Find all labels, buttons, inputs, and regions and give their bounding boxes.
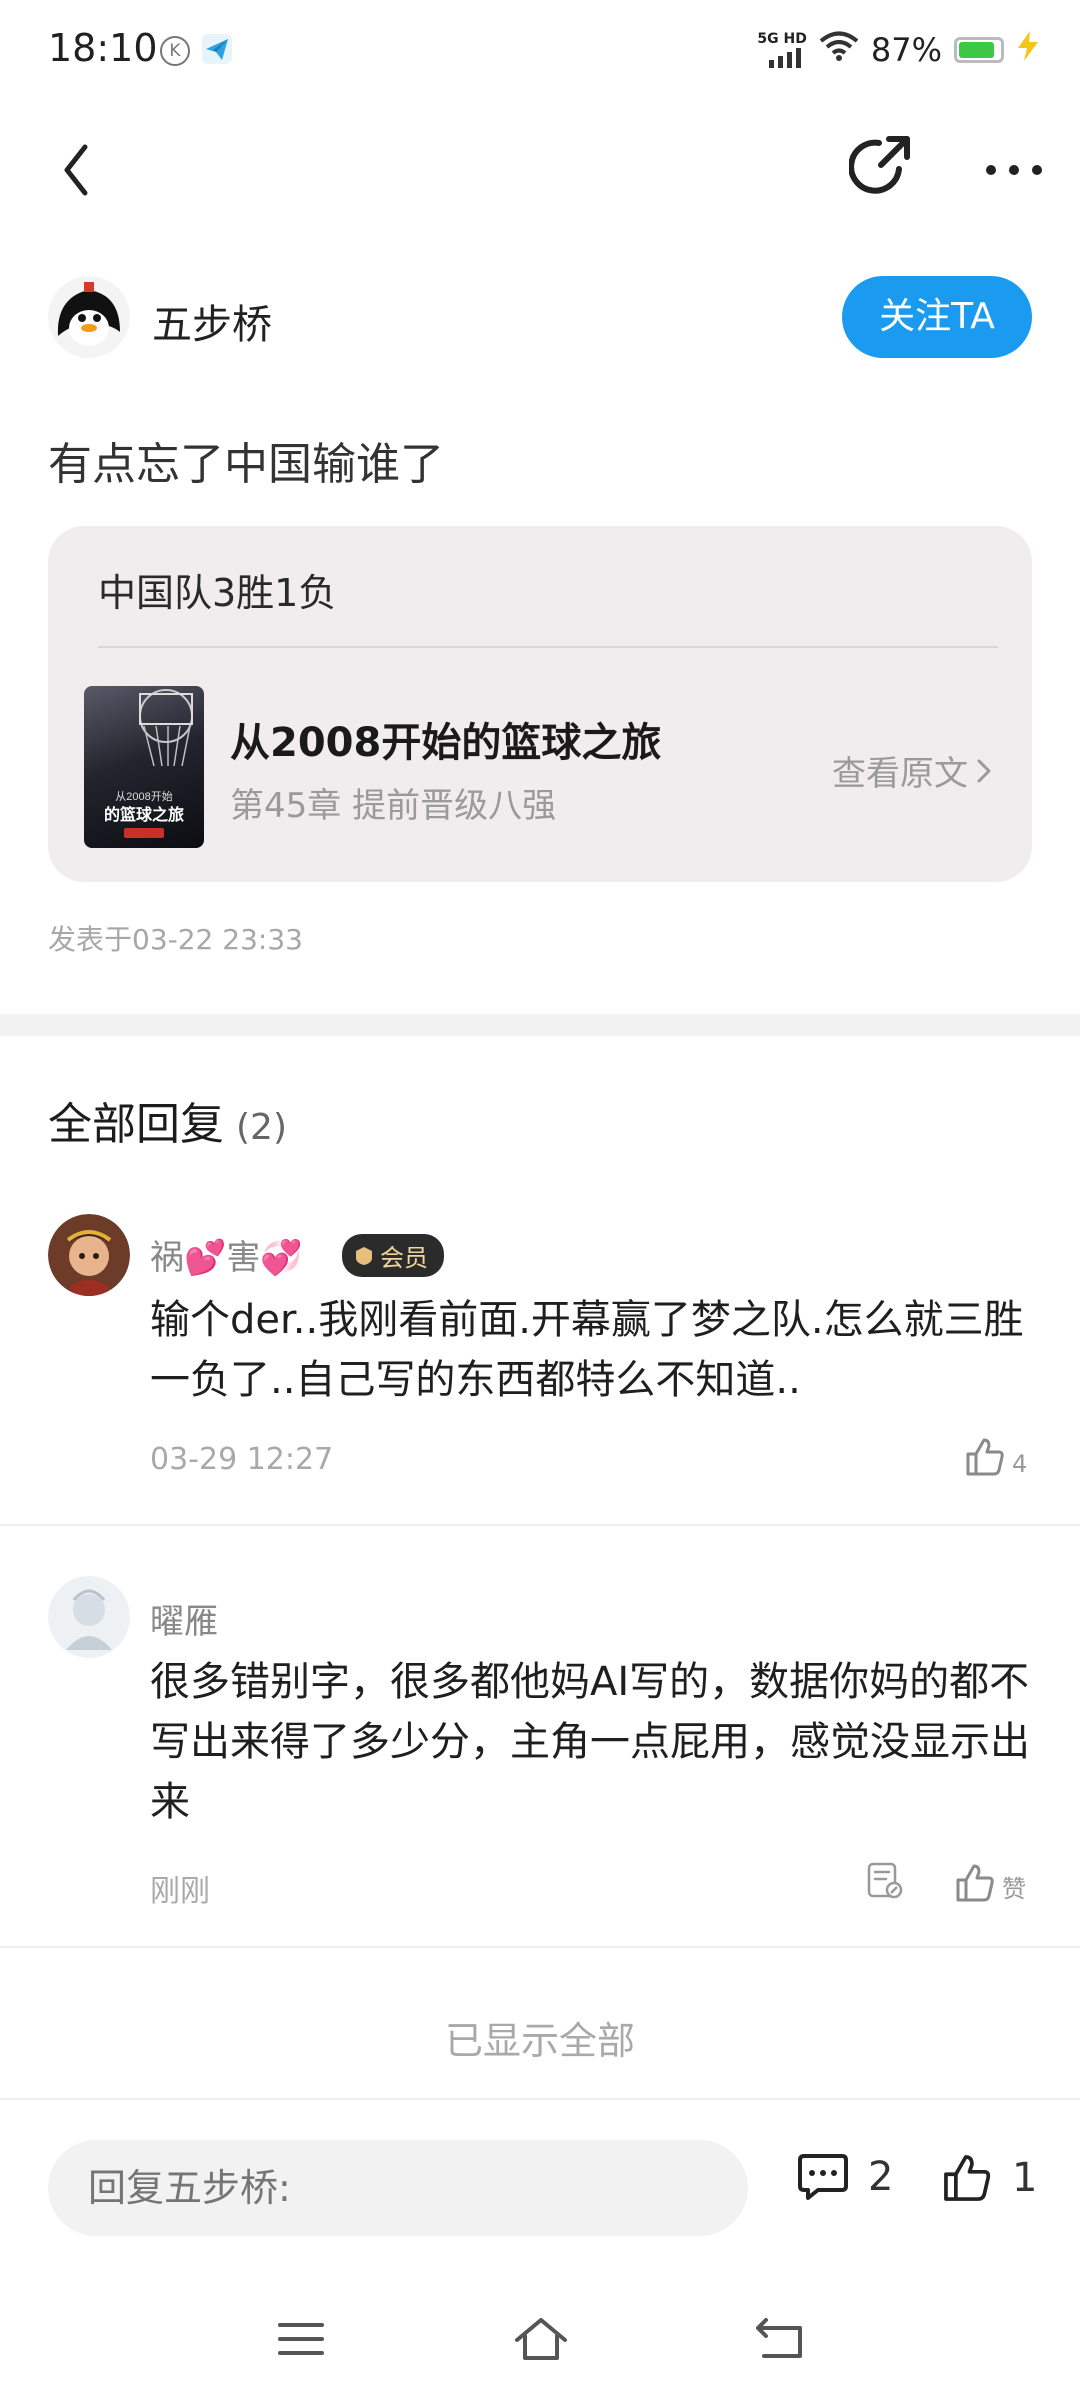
replies-header: 全部回复 (2) bbox=[48, 1088, 287, 1152]
shown-all-text: 已显示全部 bbox=[444, 2019, 635, 2063]
view-original-link[interactable]: 查看原文 bbox=[832, 746, 992, 795]
share-icon[interactable] bbox=[842, 124, 922, 204]
reply-like-button[interactable]: 4 bbox=[964, 1436, 1027, 1478]
wifi-icon bbox=[819, 30, 859, 70]
svg-text:从2008开始: 从2008开始 bbox=[115, 789, 172, 803]
k-notification-icon: K bbox=[160, 36, 190, 66]
back-arrow-icon[interactable] bbox=[36, 130, 116, 210]
reply-like-button[interactable]: 赞 bbox=[954, 1862, 1026, 1904]
vip-badge: 会员 bbox=[342, 1234, 444, 1277]
post-time: 发表于03-22 23:33 bbox=[48, 923, 303, 956]
thumbs-up-icon bbox=[966, 1438, 1004, 1476]
svg-text:的篮球之旅: 的篮球之旅 bbox=[104, 805, 184, 824]
view-original-label: 查看原文 bbox=[832, 754, 968, 794]
post-title: 有点忘了中国输谁了 bbox=[48, 439, 444, 490]
book-chapter: 第45章 提前晋级八强 bbox=[230, 786, 557, 826]
reply-text: 很多错别字，很多都他妈AI写的，数据你妈的都不写出来得了多少分，主角一点屁用，感… bbox=[150, 1659, 1030, 1825]
replies-title: 全部回复 bbox=[48, 1099, 224, 1150]
status-right-group: 5G HD 87% bbox=[757, 30, 1040, 70]
network-type: 5G HD bbox=[757, 31, 807, 47]
battery-fill bbox=[959, 42, 994, 58]
vip-badge-label: 会员 bbox=[380, 1244, 428, 1272]
back-nav-icon[interactable] bbox=[736, 2304, 826, 2374]
quote-text: 中国队3胜1负 bbox=[98, 571, 337, 615]
divider bbox=[0, 1524, 1080, 1526]
divider bbox=[0, 1946, 1080, 1948]
author-row: 五步桥 关注TA bbox=[48, 270, 1032, 366]
quote-card[interactable]: 中国队3胜1负 从2008开始 的篮球之旅 从2008开始的篮球之旅 第45章 … bbox=[48, 526, 1032, 882]
more-icon[interactable] bbox=[974, 130, 1054, 210]
top-bar bbox=[0, 110, 1080, 230]
battery-icon bbox=[954, 37, 1004, 63]
reply-item: 曜雁 很多错别字，很多都他妈AI写的，数据你妈的都不写出来得了多少分，主角一点屁… bbox=[0, 1574, 1080, 1954]
author-avatar[interactable] bbox=[48, 276, 130, 358]
menu-icon[interactable] bbox=[256, 2304, 346, 2374]
bottom-action-bar: 2 1 bbox=[0, 2098, 1080, 2280]
replies-count: (2) bbox=[236, 1107, 287, 1148]
telegram-icon bbox=[200, 32, 234, 70]
battery-percent: 87% bbox=[870, 31, 942, 69]
signal-icon: 5G HD bbox=[757, 31, 807, 68]
like-count: 4 bbox=[1012, 1450, 1028, 1478]
like-count: 1 bbox=[1012, 2155, 1038, 2201]
section-separator bbox=[0, 1014, 1080, 1036]
vip-badge-icon bbox=[356, 1246, 372, 1265]
comment-icon bbox=[798, 2154, 848, 2200]
home-icon[interactable] bbox=[496, 2304, 586, 2374]
reply-username[interactable]: 祸💕害💞 bbox=[150, 1230, 303, 1279]
charging-icon bbox=[1016, 31, 1040, 69]
book-cover-image[interactable]: 从2008开始 的篮球之旅 bbox=[84, 686, 204, 848]
author-name[interactable]: 五步桥 bbox=[152, 292, 272, 350]
divider bbox=[98, 646, 998, 648]
comment-count: 2 bbox=[868, 2154, 894, 2200]
reply-input[interactable] bbox=[48, 2140, 748, 2236]
reply-time: 刚刚 bbox=[150, 1874, 210, 1909]
reply-item: 祸💕害💞 会员 输个der..我刚看前面.开幕赢了梦之队.怎么就三胜一负了..自… bbox=[0, 1210, 1080, 1524]
like-button[interactable]: 1 bbox=[940, 2152, 1037, 2204]
reply-username[interactable]: 曜雁 bbox=[150, 1594, 218, 1643]
like-label: 赞 bbox=[1002, 1875, 1026, 1903]
comment-button[interactable]: 2 bbox=[796, 2152, 893, 2202]
reply-avatar[interactable] bbox=[48, 1576, 130, 1658]
reply-text: 输个der..我刚看前面.开幕赢了梦之队.怎么就三胜一负了..自己写的东西都特么… bbox=[150, 1297, 1024, 1403]
reply-time: 03-29 12:27 bbox=[150, 1442, 334, 1477]
report-icon[interactable] bbox=[862, 1858, 906, 1902]
system-nav-bar bbox=[0, 2280, 1080, 2400]
status-time: 18:10 bbox=[48, 26, 158, 70]
chevron-right-icon bbox=[977, 759, 991, 782]
status-bar: 18:10 K 5G HD 87% bbox=[0, 0, 1080, 100]
thumbs-up-icon bbox=[956, 1864, 994, 1902]
book-title[interactable]: 从2008开始的篮球之旅 bbox=[230, 710, 661, 768]
reply-avatar[interactable] bbox=[48, 1214, 130, 1296]
thumbs-up-icon bbox=[944, 2155, 991, 2201]
follow-button[interactable]: 关注TA bbox=[842, 276, 1032, 358]
